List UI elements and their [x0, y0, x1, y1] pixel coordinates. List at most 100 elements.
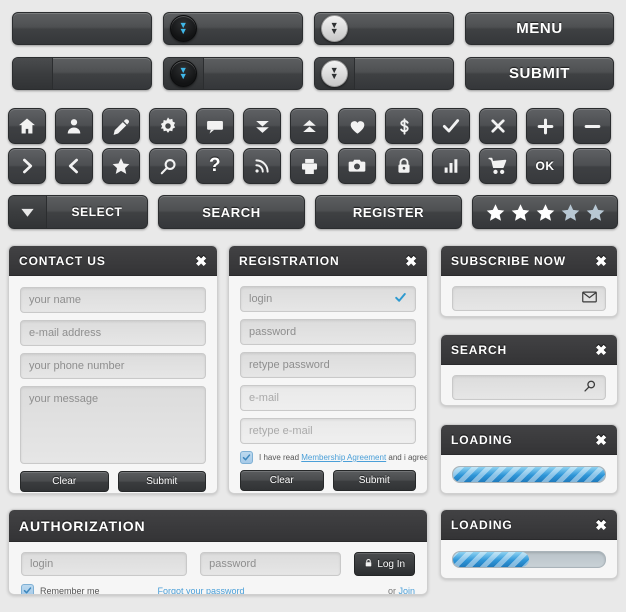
remember-me-label: Remember me [40, 585, 100, 595]
menu-button[interactable]: MENU [465, 12, 614, 45]
shopping-cart-icon-button[interactable] [479, 148, 517, 184]
close-x-icon [489, 117, 507, 135]
rss-icon-button[interactable] [243, 148, 281, 184]
split-button-light-badge[interactable]: ▼ ▼ [314, 57, 454, 90]
search-button[interactable]: SEARCH [158, 195, 305, 229]
split-button-left-section[interactable]: ▼ ▼ [164, 58, 204, 89]
split-button-plain[interactable] [12, 57, 152, 90]
login-input[interactable]: login [240, 286, 416, 312]
retype-email-input[interactable]: retype e-mail [240, 418, 416, 444]
retype-email-input-placeholder: retype e-mail [249, 425, 313, 437]
auth-password-placeholder: password [209, 558, 257, 570]
subscribe-email-input[interactable] [452, 286, 606, 311]
search-input[interactable] [452, 375, 606, 400]
split-button-left-section[interactable]: ▼ ▼ [315, 58, 355, 89]
submit-button[interactable]: Submit [117, 471, 206, 492]
login-input-placeholder: login [249, 293, 273, 305]
auth-password-input[interactable]: password [200, 552, 342, 576]
minus-icon [583, 117, 602, 136]
close-icon[interactable]: ✖ [595, 518, 607, 532]
close-icon[interactable]: ✖ [595, 343, 607, 357]
membership-agreement-link[interactable]: Membership Agreement [301, 453, 386, 462]
email-input[interactable]: e-mail address [20, 320, 206, 346]
agreement-text-post: and i agree with it [388, 453, 428, 462]
double-chevron-up-icon [300, 117, 319, 136]
ok-button[interactable]: OK [526, 148, 564, 184]
name-input-placeholder: your name [29, 294, 81, 306]
star-rating[interactable] [485, 202, 606, 223]
select-dropdown-toggle[interactable] [9, 196, 47, 228]
clear-button-label: Clear [269, 475, 294, 486]
remember-me-checkbox[interactable] [21, 584, 34, 594]
select-dropdown[interactable]: SELECT [8, 195, 148, 229]
email-input-placeholder: e-mail [249, 392, 279, 404]
close-icon[interactable]: ✖ [405, 254, 417, 268]
registration-header: REGISTRATION ✖ [229, 246, 427, 276]
chat-bubble-icon-button[interactable] [196, 108, 234, 144]
dropdown-button-light-badge[interactable]: ▼ ▼ [314, 12, 454, 45]
progress-bar-fill [453, 467, 605, 482]
double-chevron-down-icon-button[interactable] [243, 108, 281, 144]
submit-button[interactable]: Submit [332, 470, 416, 491]
printer-icon-button[interactable] [290, 148, 328, 184]
star-icon [111, 156, 131, 176]
email-input[interactable]: e-mail [240, 385, 416, 411]
agreement-checkbox[interactable] [240, 451, 253, 464]
double-chevron-up-icon-button[interactable] [290, 108, 328, 144]
chevron-left-icon [65, 157, 83, 175]
forgot-password-link[interactable]: Forgot your password [158, 586, 245, 595]
star-icon-button[interactable] [102, 148, 140, 184]
camera-icon-button[interactable] [338, 148, 376, 184]
check-icon-button[interactable] [432, 108, 470, 144]
name-input[interactable]: your name [20, 287, 206, 313]
close-icon[interactable]: ✖ [595, 433, 607, 447]
auth-login-input[interactable]: login [21, 552, 188, 576]
clear-button[interactable]: Clear [20, 471, 109, 492]
search-panel: SEARCH ✖ [440, 334, 618, 406]
join-link[interactable]: Join [398, 586, 415, 595]
plus-icon-button[interactable] [526, 108, 564, 144]
pencil-icon-button[interactable] [102, 108, 140, 144]
dropdown-button-dark-badge[interactable]: ▼ ▼ [163, 12, 303, 45]
close-icon[interactable]: ✖ [195, 254, 207, 268]
search-icon-button[interactable] [149, 148, 187, 184]
dollar-icon-button[interactable] [385, 108, 423, 144]
user-icon-button[interactable] [55, 108, 93, 144]
blank-button[interactable] [573, 148, 611, 184]
printer-icon [300, 157, 319, 176]
password-input[interactable]: password [240, 319, 416, 345]
phone-input[interactable]: your phone number [20, 353, 206, 379]
contact-us-body: your name e-mail address your phone numb… [9, 276, 217, 493]
message-textarea[interactable]: your message [20, 386, 206, 464]
rating-widget[interactable] [472, 195, 618, 229]
retype-password-input[interactable]: retype password [240, 352, 416, 378]
star-icon-filled [511, 203, 529, 221]
gear-icon-button[interactable] [149, 108, 187, 144]
lock-icon-button[interactable] [385, 148, 423, 184]
login-button[interactable]: Log In [354, 552, 415, 576]
loading-2-header: LOADING ✖ [441, 510, 617, 540]
clear-button[interactable]: Clear [240, 470, 324, 491]
split-button-left-section[interactable] [13, 58, 53, 89]
close-icon[interactable]: ✖ [595, 254, 607, 268]
home-icon-button[interactable] [8, 108, 46, 144]
submit-button-label: SUBMIT [508, 65, 571, 82]
bar-chart-icon-button[interactable] [432, 148, 470, 184]
plain-button[interactable] [12, 12, 152, 45]
chevron-left-icon-button[interactable] [55, 148, 93, 184]
chevron-right-icon-button[interactable] [8, 148, 46, 184]
submit-button[interactable]: SUBMIT [465, 57, 614, 90]
heart-icon-button[interactable] [338, 108, 376, 144]
search-icon[interactable] [583, 379, 597, 396]
loading-1-body [441, 455, 617, 493]
authorization-body: login password Log In Remember me Forgot [9, 542, 427, 595]
close-x-icon-button[interactable] [479, 108, 517, 144]
question-icon-button[interactable]: ? [196, 148, 234, 184]
registration-actions: Clear Submit [240, 470, 416, 491]
minus-icon-button[interactable] [573, 108, 611, 144]
loading-2-body [441, 540, 617, 578]
register-button[interactable]: REGISTER [315, 195, 462, 229]
split-button-dark-badge[interactable]: ▼ ▼ [163, 57, 303, 90]
subscribe-title: SUBSCRIBE NOW [451, 253, 567, 268]
envelope-icon[interactable] [582, 291, 597, 306]
